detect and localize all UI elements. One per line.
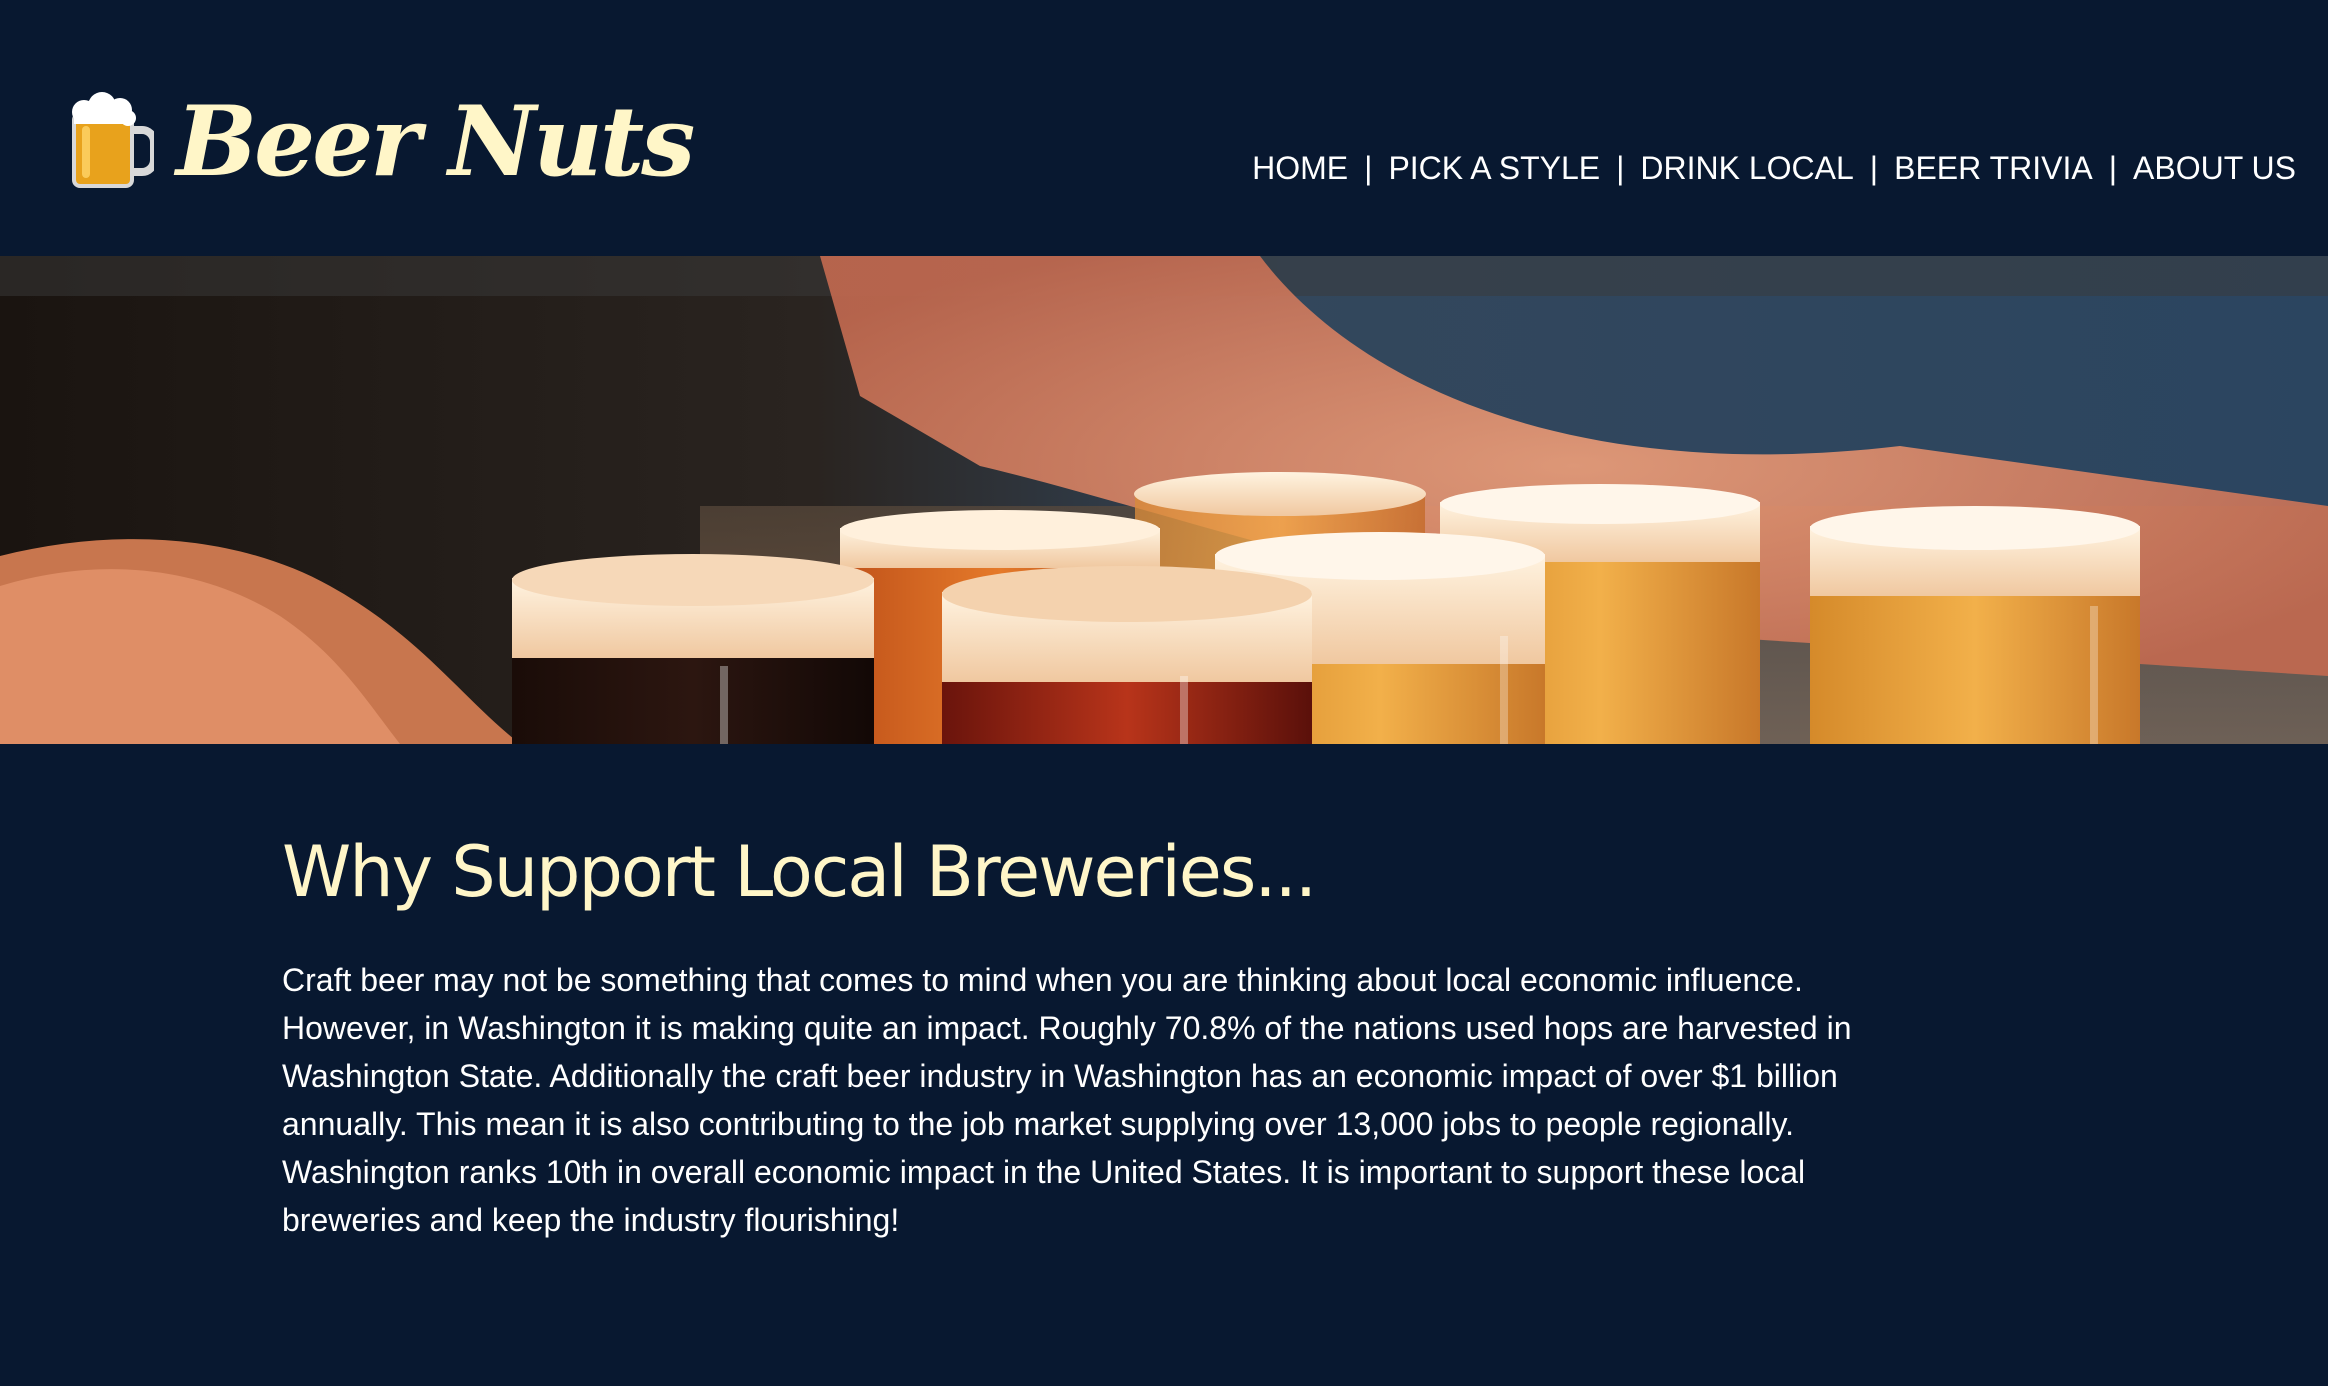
nav-separator: | [1616, 150, 1625, 186]
nav-home[interactable]: HOME [1252, 150, 1348, 187]
beer-mug-icon [72, 92, 154, 188]
nav-about-us[interactable]: ABOUT US [2133, 150, 2296, 187]
hero-image [0, 256, 2328, 744]
site-logo[interactable]: Beer Nuts [68, 85, 695, 198]
site-header: Beer Nuts HOME | PICK A STYLE | DRINK LO… [0, 0, 2328, 256]
main-nav: HOME | PICK A STYLE | DRINK LOCAL | BEER… [1252, 150, 2296, 187]
beer-flight-photo [0, 256, 2328, 744]
nav-separator: | [1869, 150, 1879, 186]
nav-separator: | [1364, 150, 1373, 186]
site-name: Beer Nuts [176, 85, 695, 198]
nav-pick-a-style[interactable]: PICK A STYLE [1388, 150, 1600, 187]
nav-beer-trivia[interactable]: BEER TRIVIA [1894, 150, 2093, 187]
main-content: Why Support Local Breweries... Craft bee… [282, 830, 1902, 1244]
nav-drink-local[interactable]: DRINK LOCAL [1640, 150, 1853, 187]
nav-separator: | [2108, 150, 2117, 186]
body-paragraph: Craft beer may not be something that com… [282, 962, 1852, 1238]
page-title: Why Support Local Breweries... [282, 831, 1317, 913]
